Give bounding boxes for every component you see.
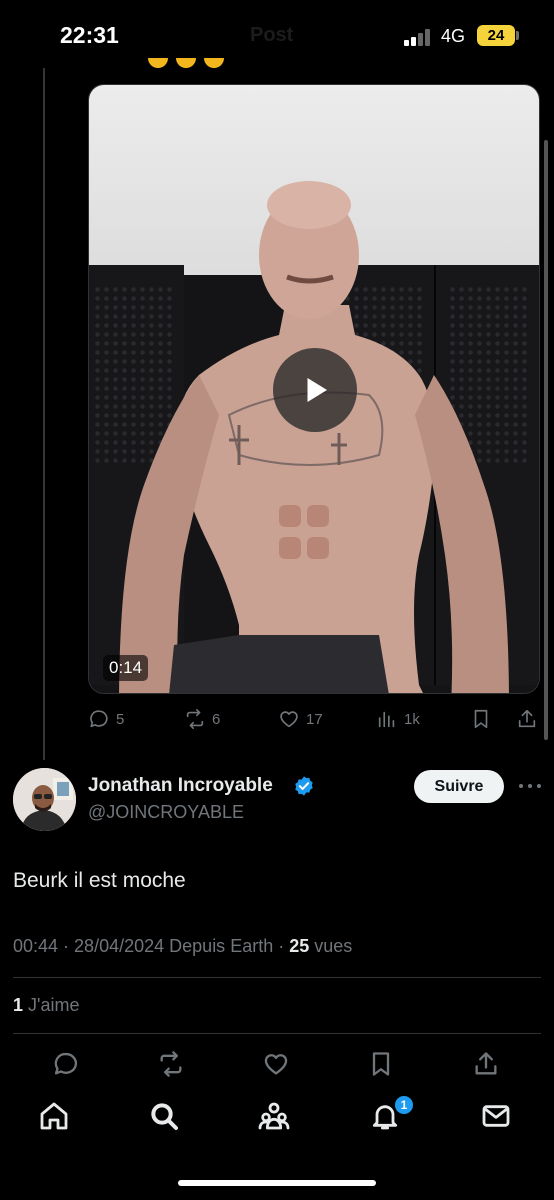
repost-icon (160, 1051, 182, 1077)
views-count: 1k (404, 710, 420, 728)
share-icon (475, 1052, 497, 1075)
screen-title: Post (250, 24, 294, 46)
emoji-peek (148, 58, 228, 68)
video-player[interactable]: 0:14 (88, 84, 540, 694)
tweet-source: Depuis Earth (169, 936, 274, 956)
tab-communities[interactable] (258, 1100, 294, 1136)
reply-icon (54, 1052, 78, 1075)
network-type: 4G (441, 26, 466, 46)
reply-button[interactable] (52, 1050, 82, 1080)
bookmark-icon (474, 709, 488, 729)
views-icon (378, 711, 395, 728)
repost-icon (186, 709, 204, 729)
tab-home[interactable] (38, 1100, 74, 1136)
heart-icon (264, 1054, 288, 1075)
more-options-icon[interactable] (515, 772, 545, 800)
tweet-meta: 00:44 · 28/04/2024 Depuis Earth · 25 vue… (13, 936, 353, 956)
tweet-actions (0, 1046, 554, 1082)
search-icon (151, 1103, 178, 1130)
share-button[interactable] (472, 1050, 502, 1080)
video-duration: 0:14 (103, 655, 149, 681)
play-button[interactable] (273, 348, 357, 432)
divider (13, 1033, 541, 1034)
tab-search[interactable] (148, 1100, 184, 1136)
battery-icon: 24 (477, 25, 515, 46)
tab-bar (0, 1092, 554, 1152)
reply-count: 5 (116, 710, 125, 728)
like-button[interactable]: 17 (278, 704, 323, 734)
verified-badge-icon (295, 776, 313, 796)
likes-summary[interactable]: 1 J'aime (13, 995, 79, 1016)
tweet-text: Beurk il est moche (13, 869, 186, 892)
like-count: 17 (306, 710, 323, 728)
avatar-image (13, 768, 76, 831)
mail-icon (482, 1105, 510, 1127)
like-button[interactable] (262, 1050, 292, 1080)
views-button[interactable]: 1k (376, 704, 420, 734)
likes-count: 1 (13, 995, 24, 1015)
reply-actions: 5 6 17 1k (88, 704, 542, 734)
share-icon (518, 709, 536, 728)
repost-button[interactable] (157, 1050, 187, 1080)
reply-button[interactable]: 5 (88, 704, 124, 734)
tweet-time: 00:44 (13, 936, 59, 956)
home-icon (40, 1102, 68, 1130)
follow-button[interactable]: Suivre (414, 770, 504, 803)
status-bar: 22:31 Post 4G 24 (0, 0, 554, 68)
tab-messages[interactable] (480, 1100, 516, 1136)
bookmark-button[interactable] (367, 1050, 397, 1080)
tweet-views-label: vues (314, 936, 353, 956)
battery-tip (516, 31, 519, 40)
status-time: 22:31 (60, 22, 119, 48)
tweet-views-count: 25 (289, 936, 310, 956)
heart-icon (280, 711, 298, 728)
share-button[interactable] (516, 704, 538, 734)
author-handle[interactable]: @JOINCROYABLE (88, 802, 244, 823)
notification-badge: 1 (393, 1094, 415, 1116)
bookmark-icon (372, 1052, 390, 1076)
tweet-date: 28/04/2024 (74, 936, 165, 956)
communities-icon (258, 1102, 290, 1130)
avatar[interactable] (13, 768, 76, 831)
scrollbar[interactable] (544, 140, 548, 740)
likes-label: J'aime (28, 995, 80, 1015)
home-indicator[interactable] (178, 1180, 376, 1186)
bookmark-button[interactable] (470, 704, 492, 734)
repost-count: 6 (212, 710, 221, 728)
divider (13, 977, 541, 978)
play-icon (307, 378, 327, 402)
signal-icon (404, 28, 434, 46)
reply-icon (90, 710, 108, 728)
author-name[interactable]: Jonathan Incroyable (88, 775, 273, 797)
repost-button[interactable]: 6 (184, 704, 220, 734)
thread-line (43, 68, 45, 760)
